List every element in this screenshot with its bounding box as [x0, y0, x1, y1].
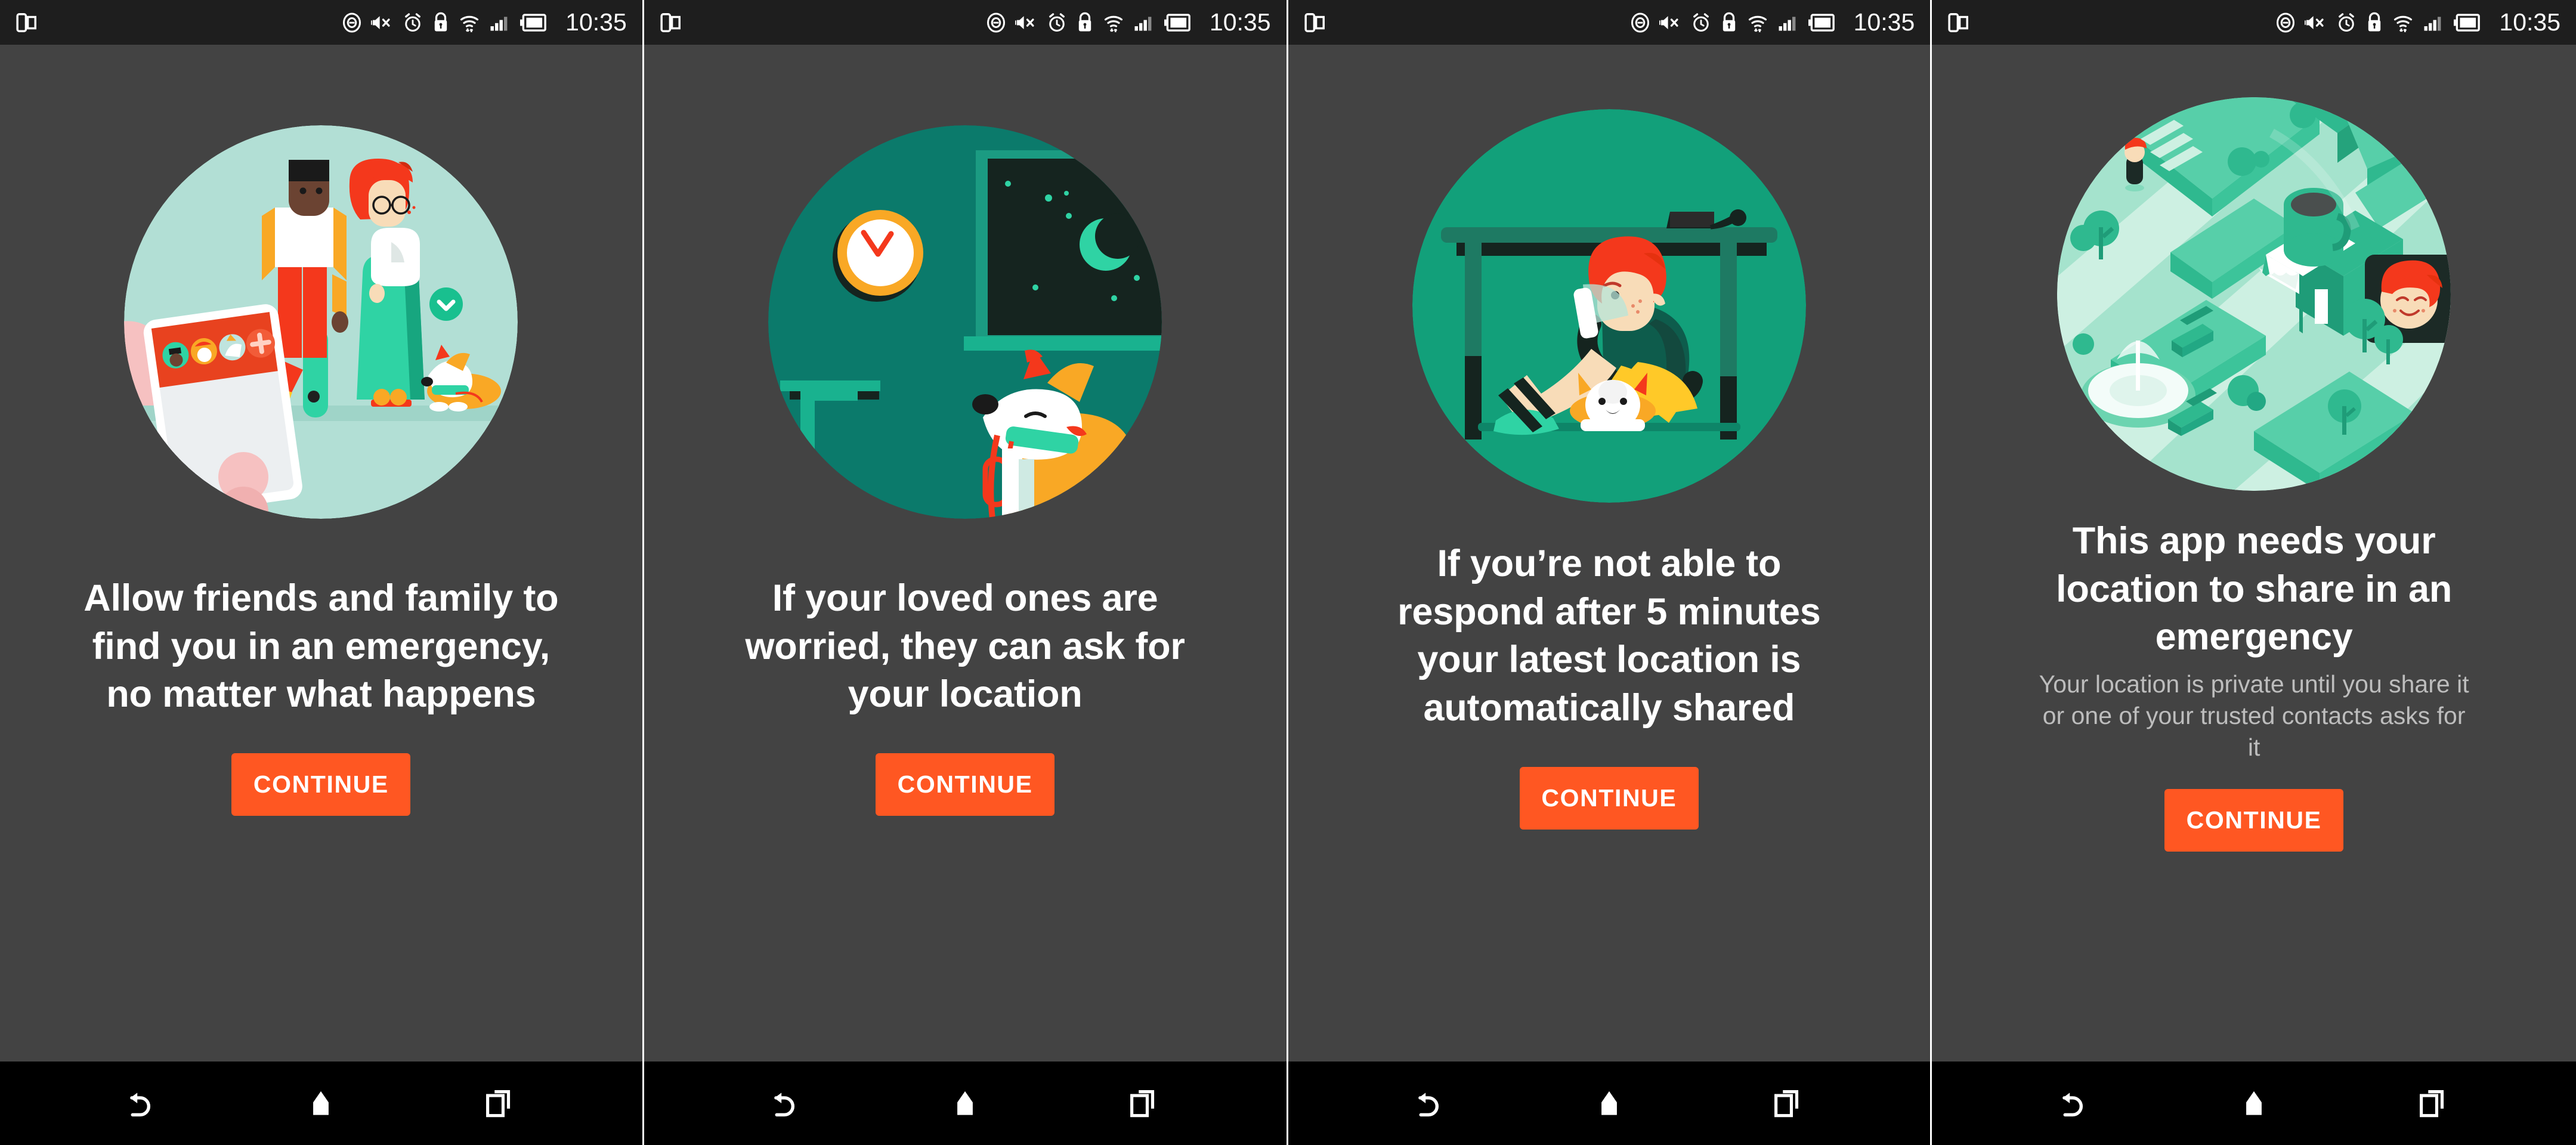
- status-bar-clock: 10:35: [2499, 8, 2560, 36]
- onboarding-content-2: If your loved ones are worried, they can…: [644, 45, 1287, 1062]
- continue-button-3[interactable]: CONTINUE: [1519, 766, 1699, 830]
- battery-icon: [520, 13, 548, 33]
- status-bar-left-icons-2: [660, 11, 682, 34]
- status-bar-right-icons-3: 10:35: [1629, 10, 1915, 35]
- alarm-icon: [402, 12, 423, 33]
- do-not-disturb-icon: [1629, 12, 1651, 33]
- recents-button[interactable]: [1099, 1062, 1188, 1145]
- back-button[interactable]: [742, 1062, 831, 1145]
- volume-mute-icon: [1659, 12, 1682, 33]
- friends-family-phone-illustration: [124, 125, 518, 519]
- onboarding-subtext-4: Your location is private until you share…: [2039, 670, 2469, 762]
- continue-button-2[interactable]: CONTINUE: [876, 753, 1055, 816]
- battery-icon: [1164, 13, 1192, 33]
- screenshot-strip: 10:35 Allow friends and family to find y…: [0, 0, 2576, 1145]
- home-button[interactable]: [920, 1062, 1010, 1145]
- navigation-bar-2: [644, 1062, 1287, 1145]
- recents-button[interactable]: [454, 1062, 544, 1145]
- recents-button[interactable]: [2388, 1062, 2478, 1145]
- signal-bars-icon: [1133, 12, 1156, 33]
- phone-screen-2: 10:35 If your loved ones are worried, th…: [644, 0, 1288, 1145]
- continue-button-4[interactable]: CONTINUE: [2164, 788, 2344, 852]
- recents-button[interactable]: [1743, 1062, 1832, 1145]
- navigation-bar-1: [0, 1062, 642, 1145]
- alarm-icon: [2336, 12, 2357, 33]
- home-button[interactable]: [2209, 1062, 2299, 1145]
- status-bar-right-icons-1: 10:35: [341, 10, 627, 35]
- status-bar-3: 10:35: [1288, 0, 1931, 45]
- status-bar-right-icons-2: 10:35: [985, 10, 1271, 35]
- signal-bars-icon: [489, 12, 512, 33]
- status-bar-left-icons-1: [16, 11, 38, 34]
- home-button[interactable]: [276, 1062, 366, 1145]
- night-clock-window-dog-illustration: [768, 125, 1162, 519]
- volume-mute-icon: [2305, 12, 2327, 33]
- home-button[interactable]: [1564, 1062, 1654, 1145]
- back-button[interactable]: [1386, 1062, 1476, 1145]
- battery-icon: [2454, 13, 2481, 33]
- wifi-icon: [2392, 12, 2414, 33]
- status-bar-2: 10:35: [644, 0, 1287, 45]
- phone-screen-4: 10:35 This app needs your location to sh…: [1932, 0, 2576, 1145]
- split-screen-icon: [1304, 11, 1326, 34]
- alarm-icon: [1046, 12, 1068, 33]
- status-bar-left-icons-3: [1304, 11, 1326, 34]
- screen-lock-rotation-icon: [1720, 12, 1738, 33]
- status-bar-4: 10:35: [1932, 0, 2576, 45]
- onboarding-headline-4: This app needs your location to share in…: [2056, 520, 2453, 658]
- phone-screen-1: 10:35 Allow friends and family to find y…: [0, 0, 644, 1145]
- status-bar-1: 10:35: [0, 0, 642, 45]
- onboarding-headline-1: Allow friends and family to find you in …: [84, 577, 559, 716]
- signal-bars-icon: [1777, 12, 1800, 33]
- do-not-disturb-icon: [2275, 12, 2296, 33]
- onboarding-content-3: If you’re not able to respond after 5 mi…: [1288, 45, 1931, 1062]
- battery-icon: [1808, 13, 1836, 33]
- status-bar-clock: 10:35: [1209, 8, 1271, 36]
- signal-bars-icon: [2423, 12, 2445, 33]
- wifi-icon: [1102, 12, 1125, 33]
- onboarding-content-1: Allow friends and family to find you in …: [0, 45, 642, 1062]
- screen-lock-rotation-icon: [1076, 12, 1094, 33]
- screen-lock-rotation-icon: [2365, 12, 2383, 33]
- alarm-icon: [1690, 12, 1712, 33]
- do-not-disturb-icon: [341, 12, 363, 33]
- isometric-map-location-illustration: [2057, 97, 2451, 491]
- phone-screen-3: 10:35 If you’re not able to respond afte…: [1288, 0, 1932, 1145]
- split-screen-icon: [16, 11, 38, 34]
- onboarding-content-4: This app needs your location to share in…: [1932, 45, 2576, 1062]
- do-not-disturb-icon: [985, 12, 1007, 33]
- back-button[interactable]: [98, 1062, 187, 1145]
- wifi-icon: [1746, 12, 1769, 33]
- status-bar-right-icons-4: 10:35: [2275, 10, 2560, 35]
- status-bar-clock: 10:35: [565, 8, 627, 36]
- onboarding-headline-3: If you’re not able to respond after 5 mi…: [1397, 543, 1821, 729]
- wifi-icon: [458, 12, 481, 33]
- onboarding-headline-2: If your loved ones are worried, they can…: [745, 577, 1185, 716]
- volume-mute-icon: [1015, 12, 1038, 33]
- continue-button-1[interactable]: CONTINUE: [231, 753, 411, 816]
- person-under-desk-illustration: [1412, 109, 1806, 503]
- split-screen-icon: [1947, 11, 1970, 34]
- status-bar-clock: 10:35: [1853, 8, 1915, 36]
- navigation-bar-3: [1288, 1062, 1931, 1145]
- screen-lock-rotation-icon: [432, 12, 450, 33]
- back-button[interactable]: [2030, 1062, 2120, 1145]
- navigation-bar-4: [1932, 1062, 2576, 1145]
- volume-mute-icon: [371, 12, 394, 33]
- split-screen-icon: [660, 11, 682, 34]
- status-bar-left-icons-4: [1947, 11, 1970, 34]
